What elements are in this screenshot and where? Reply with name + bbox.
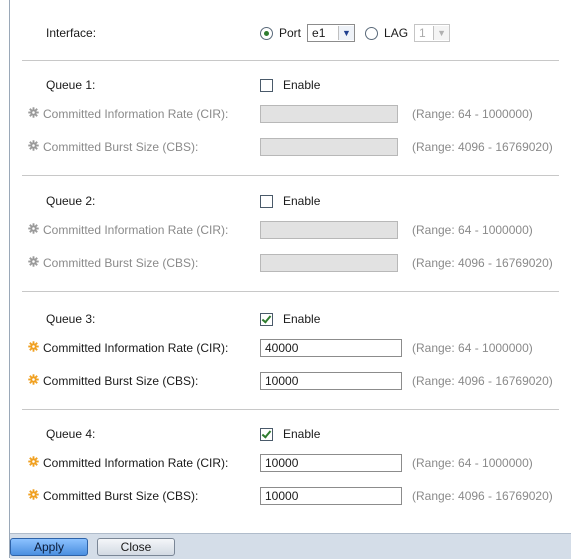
port-label: Port [279, 26, 302, 40]
queue-4-cbs-range: (Range: 4096 - 16769020) [412, 489, 553, 503]
lag-select[interactable]: 1 ▼ [414, 24, 451, 42]
queue-3-cbs-row: Committed Burst Size (CBS): 10000 (Range: … [10, 371, 571, 391]
queue-3-cbs-range: (Range: 4096 - 16769020) [412, 374, 553, 388]
divider [22, 60, 559, 61]
queue-2-cbs-label-wrap: Committed Burst Size (CBS): [28, 256, 198, 270]
interface-row: Interface: Port e1 ▼ LAG 1 ▼ [10, 23, 571, 43]
queue-4-cbs-label-wrap: Committed Burst Size (CBS): [28, 489, 198, 503]
close-button[interactable]: Close [97, 538, 175, 556]
queue-4-cir-label: Committed Information Rate (CIR): [43, 456, 229, 470]
gear-icon [28, 223, 39, 237]
queue-1-cir-input[interactable] [260, 105, 398, 123]
chevron-down-icon: ▼ [433, 26, 450, 40]
queue-3-cbs-label: Committed Burst Size (CBS): [43, 374, 199, 388]
queue-3-enable-checkbox[interactable] [260, 312, 273, 326]
queue-2-cbs-label: Committed Burst Size (CBS): [43, 256, 199, 270]
queue-4-cbs-input[interactable]: 10000 [260, 487, 402, 505]
queue-2-cbs-range: (Range: 4096 - 16769020) [412, 256, 553, 270]
port-radio[interactable] [260, 26, 273, 40]
queue-4-cir-label-wrap: Committed Information Rate (CIR): [28, 456, 228, 470]
gear-icon [28, 107, 39, 121]
queue-4-header-row: Queue 4: Enable [10, 424, 571, 444]
queue-4-label: Queue 4: [46, 427, 96, 441]
queue-1-cbs-input[interactable] [260, 138, 398, 156]
queue-3-cbs-input[interactable]: 10000 [260, 372, 402, 390]
queue-2-header-row: Queue 2: Enable [10, 191, 571, 211]
queue-1-cir-row: Committed Information Rate (CIR): (Range:… [10, 104, 571, 124]
queue-3-label: Queue 3: [46, 312, 96, 326]
queue-2-cbs-input[interactable] [260, 254, 398, 272]
queue-shaping-dialog: Interface: Port e1 ▼ LAG 1 ▼ Queue 1: Ena… [9, 0, 571, 559]
queue-1-cir-label: Committed Information Rate (CIR): [43, 107, 229, 121]
queue-2-cir-range: (Range: 64 - 1000000) [412, 223, 533, 237]
gear-icon [28, 341, 39, 355]
queue-2-enable-checkbox[interactable] [260, 194, 273, 208]
queue-1-cbs-label: Committed Burst Size (CBS): [43, 140, 199, 154]
lag-label: LAG [384, 26, 409, 40]
lag-radio[interactable] [365, 26, 379, 40]
port-select[interactable]: e1 ▼ [307, 24, 356, 42]
queue-1-header-row: Queue 1: Enable [10, 75, 571, 95]
queue-3-enable: Enable [260, 312, 320, 326]
queue-3-cir-label-wrap: Committed Information Rate (CIR): [28, 341, 228, 355]
gear-icon [28, 256, 39, 270]
queue-3-cir-range: (Range: 64 - 1000000) [412, 341, 533, 355]
interface-controls: Port e1 ▼ LAG 1 ▼ [260, 24, 451, 42]
queue-4-cir-input[interactable]: 10000 [260, 454, 402, 472]
queue-3-cbs-label-wrap: Committed Burst Size (CBS): [28, 374, 198, 388]
apply-button[interactable]: Apply [10, 538, 88, 556]
lag-select-value: 1 [419, 26, 426, 40]
queue-3-cir-label: Committed Information Rate (CIR): [43, 341, 229, 355]
queue-1-enable: Enable [260, 78, 320, 92]
enable-label: Enable [283, 312, 321, 326]
queue-2-cbs-row: Committed Burst Size (CBS): (Range: 4096 … [10, 253, 571, 273]
divider [22, 175, 559, 176]
divider [22, 291, 559, 292]
queue-4-cir-row: Committed Information Rate (CIR): 10000 (R… [10, 453, 571, 473]
queue-1-cbs-row: Committed Burst Size (CBS): (Range: 4096 … [10, 137, 571, 157]
gear-icon [28, 140, 39, 154]
queue-2-cir-label: Committed Information Rate (CIR): [43, 223, 229, 237]
enable-label: Enable [283, 194, 321, 208]
queue-2-label: Queue 2: [46, 194, 96, 208]
port-select-value: e1 [312, 26, 326, 40]
gear-icon [28, 489, 39, 503]
queue-2-cir-row: Committed Information Rate (CIR): (Range:… [10, 220, 571, 240]
queue-1-cbs-range: (Range: 4096 - 16769020) [412, 140, 553, 154]
queue-2-cir-input[interactable] [260, 221, 398, 239]
gear-icon [28, 374, 39, 388]
enable-label: Enable [283, 427, 321, 441]
gear-icon [28, 456, 39, 470]
queue-1-enable-checkbox[interactable] [260, 78, 273, 92]
queue-3-cir-input[interactable]: 40000 [260, 339, 402, 357]
divider [22, 409, 559, 410]
queue-1-cir-range: (Range: 64 - 1000000) [412, 107, 533, 121]
queue-1-label: Queue 1: [46, 78, 96, 92]
queue-1-cbs-label-wrap: Committed Burst Size (CBS): [28, 140, 198, 154]
queue-2-enable: Enable [260, 194, 320, 208]
queue-3-header-row: Queue 3: Enable [10, 309, 571, 329]
queue-2-cir-label-wrap: Committed Information Rate (CIR): [28, 223, 228, 237]
enable-label: Enable [283, 78, 321, 92]
queue-4-cir-range: (Range: 64 - 1000000) [412, 456, 533, 470]
queue-4-cbs-label: Committed Burst Size (CBS): [43, 489, 199, 503]
interface-label: Interface: [46, 26, 97, 40]
queue-1-cir-label-wrap: Committed Information Rate (CIR): [28, 107, 228, 121]
queue-4-enable: Enable [260, 427, 320, 441]
queue-3-cir-row: Committed Information Rate (CIR): 40000 (R… [10, 338, 571, 358]
chevron-down-icon: ▼ [338, 26, 355, 40]
queue-4-cbs-row: Committed Burst Size (CBS): 10000 (Range: … [10, 486, 571, 506]
dialog-footer: Apply Close [10, 533, 571, 559]
queue-4-enable-checkbox[interactable] [260, 427, 273, 441]
